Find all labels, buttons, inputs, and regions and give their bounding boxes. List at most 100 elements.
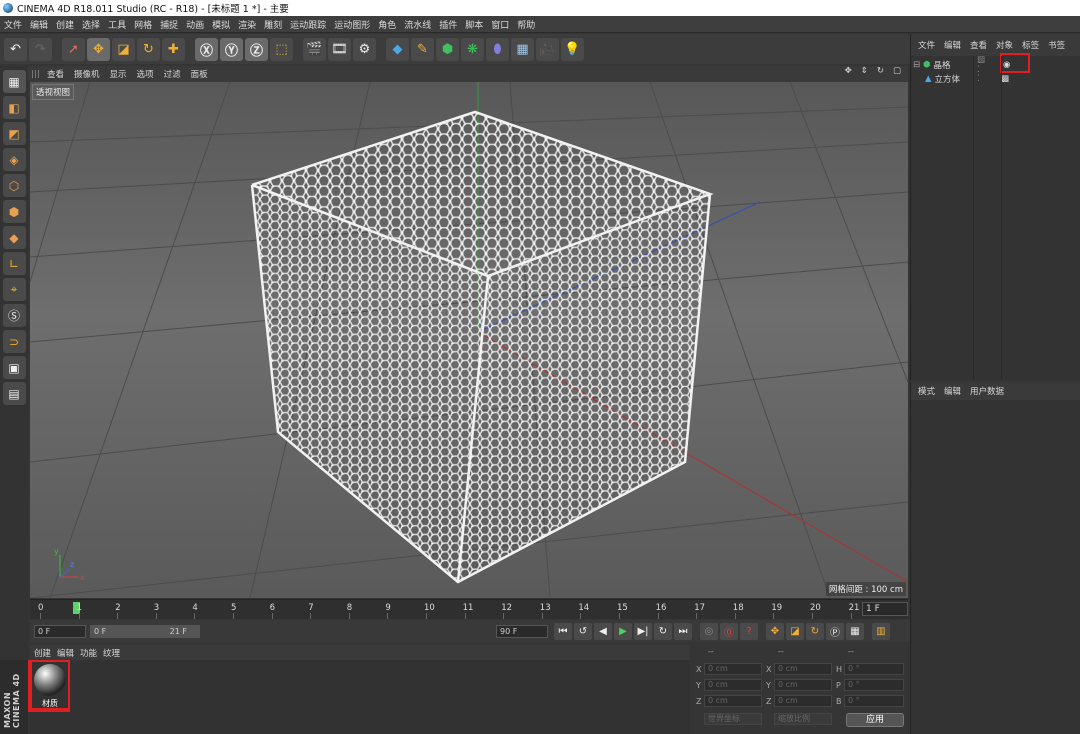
om-menu-edit[interactable]: 编辑	[941, 39, 964, 51]
om-menu-bookmarks[interactable]: 书签	[1045, 39, 1068, 51]
editor-visibility-dots-cube[interactable]: ⁚	[977, 74, 980, 84]
position-y-field[interactable]: 0 cm	[704, 679, 762, 691]
live-select-icon[interactable]: ➚	[62, 37, 85, 61]
timeline-ruler[interactable]: 1 F 0 1 2 3 4 5 6 7 8 9 10 11 12 13 14 15 16 17 18 19 20 21	[30, 599, 908, 619]
make-editable-icon[interactable]: ▦	[2, 70, 26, 93]
undo-icon[interactable]: ↶	[4, 37, 27, 61]
menu-mesh[interactable]: 网格	[130, 18, 156, 31]
next-key-icon[interactable]: ↻	[654, 622, 672, 640]
menu-simulate[interactable]: 模拟	[208, 18, 234, 31]
menu-create[interactable]: 创建	[52, 18, 78, 31]
material-menu-function[interactable]: 功能	[80, 647, 97, 659]
viewport-zoom-icon[interactable]: ⇕	[858, 66, 871, 76]
position-z-field[interactable]: 0 cm	[704, 695, 762, 707]
am-menu-edit[interactable]: 编辑	[941, 385, 964, 397]
last-tool-icon[interactable]: ✚	[162, 37, 185, 61]
coordinate-system-icon[interactable]: ⬚	[270, 37, 293, 61]
om-menu-objects[interactable]: 对象	[993, 39, 1016, 51]
collapse-toggle-icon[interactable]: ⊟	[913, 60, 920, 70]
scale-icon[interactable]: ◪	[112, 37, 135, 61]
floor-icon[interactable]: ▦	[511, 37, 534, 61]
key-position-icon[interactable]: ✥	[766, 622, 784, 640]
model-mode-icon[interactable]: ◧	[2, 96, 26, 119]
y-axis-icon[interactable]: Ⓨ	[220, 37, 243, 61]
cube-object-icon[interactable]: ◆	[386, 37, 409, 61]
am-menu-mode[interactable]: 模式	[915, 385, 938, 397]
play-icon[interactable]: ▶	[614, 622, 632, 640]
key-rotation-icon[interactable]: ↻	[806, 622, 824, 640]
menu-snap[interactable]: 捕捉	[156, 18, 182, 31]
object-row-cube[interactable]: ▲ 立方体 ⁚ ▩	[925, 72, 1009, 86]
deformer-icon[interactable]: ⬮	[486, 37, 509, 61]
subdivision-surface-icon[interactable]: ⬢	[436, 37, 459, 61]
viewport-menu-options[interactable]: 选项	[134, 68, 157, 80]
pen-spline-icon[interactable]: ✎	[411, 37, 434, 61]
position-x-field[interactable]: 0 cm	[704, 663, 762, 675]
viewport-menu-panel[interactable]: 面板	[188, 68, 211, 80]
menu-animate[interactable]: 动画	[182, 18, 208, 31]
cloner-icon[interactable]: ❋	[461, 37, 484, 61]
perspective-viewport[interactable]: y x z 透视视图 网格间距 : 100 cm	[30, 82, 908, 598]
menu-edit[interactable]: 编辑	[26, 18, 52, 31]
menu-select[interactable]: 选择	[78, 18, 104, 31]
current-frame-field[interactable]: 1 F	[862, 602, 908, 616]
phong-tag-icon[interactable]: ▩	[1001, 74, 1009, 84]
preview-range-slider[interactable]: 0 F 21 F	[90, 624, 200, 638]
menu-script[interactable]: 脚本	[461, 18, 487, 31]
size-y-field[interactable]: 0 cm	[774, 679, 832, 691]
key-scale-icon[interactable]: ◪	[786, 622, 804, 640]
end-frame-field[interactable]: 90 F	[496, 624, 548, 638]
x-axis-icon[interactable]: Ⓧ	[195, 37, 218, 61]
om-menu-file[interactable]: 文件	[915, 39, 938, 51]
menu-window[interactable]: 窗口	[487, 18, 513, 31]
menu-plugins[interactable]: 插件	[435, 18, 461, 31]
workplane-mode-icon[interactable]: ◈	[2, 148, 26, 171]
rotation-h-field[interactable]: 0 °	[844, 663, 904, 675]
coord-mode-dropdown[interactable]: 世界坐标	[704, 713, 762, 725]
menu-pipeline[interactable]: 流水线	[400, 18, 435, 31]
render-view-icon[interactable]: 🎬	[303, 37, 326, 61]
lock-workplane-icon[interactable]: ▣	[2, 356, 26, 379]
goto-end-icon[interactable]: ⏭	[674, 622, 692, 640]
menu-sculpt[interactable]: 雕刻	[260, 18, 286, 31]
texture-mode-icon[interactable]: ◩	[2, 122, 26, 145]
material-menu-edit[interactable]: 编辑	[57, 647, 74, 659]
camera-icon[interactable]: 🎥	[536, 37, 559, 61]
size-mode-dropdown[interactable]: 缩放比例	[774, 713, 832, 725]
editor-visibility-dots[interactable]: ▨ ⁚	[977, 55, 985, 75]
am-menu-user-data[interactable]: 用户数据	[967, 385, 1007, 397]
autokey-icon[interactable]: ⓪	[720, 622, 738, 640]
rotation-b-field[interactable]: 0 °	[844, 695, 904, 707]
object-row-lattice[interactable]: ⊟ ⬢ 晶格 ▨ ⁚ ◉	[913, 55, 1010, 75]
om-menu-tags[interactable]: 标签	[1019, 39, 1042, 51]
apply-button[interactable]: 应用	[846, 713, 904, 727]
viewport-rotate-icon[interactable]: ↻	[874, 66, 887, 76]
viewport-menu-cameras[interactable]: 摄像机	[71, 68, 103, 80]
viewport-menu-display[interactable]: 显示	[107, 68, 130, 80]
next-frame-icon[interactable]: ▶|	[634, 622, 652, 640]
rotation-p-field[interactable]: 0 °	[844, 679, 904, 691]
material-menu-texture[interactable]: 纹理	[103, 647, 120, 659]
polygons-mode-icon[interactable]: ◆	[2, 226, 26, 249]
tweak-mode-icon[interactable]: ⌖	[2, 278, 26, 301]
goto-start-icon[interactable]: ⏮	[554, 622, 572, 640]
light-icon[interactable]: 💡	[561, 37, 584, 61]
start-frame-field[interactable]: 0 F	[34, 624, 86, 638]
menu-motion-tracking[interactable]: 运动跟踪	[286, 18, 330, 31]
viewport-toggle-icon[interactable]: ▢	[890, 66, 904, 76]
move-icon[interactable]: ✥	[87, 37, 110, 61]
record-active-icon[interactable]: ◎	[700, 622, 718, 640]
solo-mode-icon[interactable]: Ⓢ	[2, 304, 26, 327]
menu-character[interactable]: 角色	[374, 18, 400, 31]
viewport-camera-label[interactable]: 透视视图	[32, 84, 75, 100]
timeline-window-icon[interactable]: ▥	[872, 622, 890, 640]
axis-mode-icon[interactable]: ∟	[2, 252, 26, 275]
size-x-field[interactable]: 0 cm	[774, 663, 832, 675]
points-mode-icon[interactable]: ⬡	[2, 174, 26, 197]
keyframe-selection-icon[interactable]: ?	[740, 622, 758, 640]
rotate-icon[interactable]: ↻	[137, 37, 160, 61]
menu-help[interactable]: 帮助	[513, 18, 539, 31]
redo-icon[interactable]: ↷	[29, 37, 52, 61]
menu-file[interactable]: 文件	[0, 18, 26, 31]
om-menu-view[interactable]: 查看	[967, 39, 990, 51]
